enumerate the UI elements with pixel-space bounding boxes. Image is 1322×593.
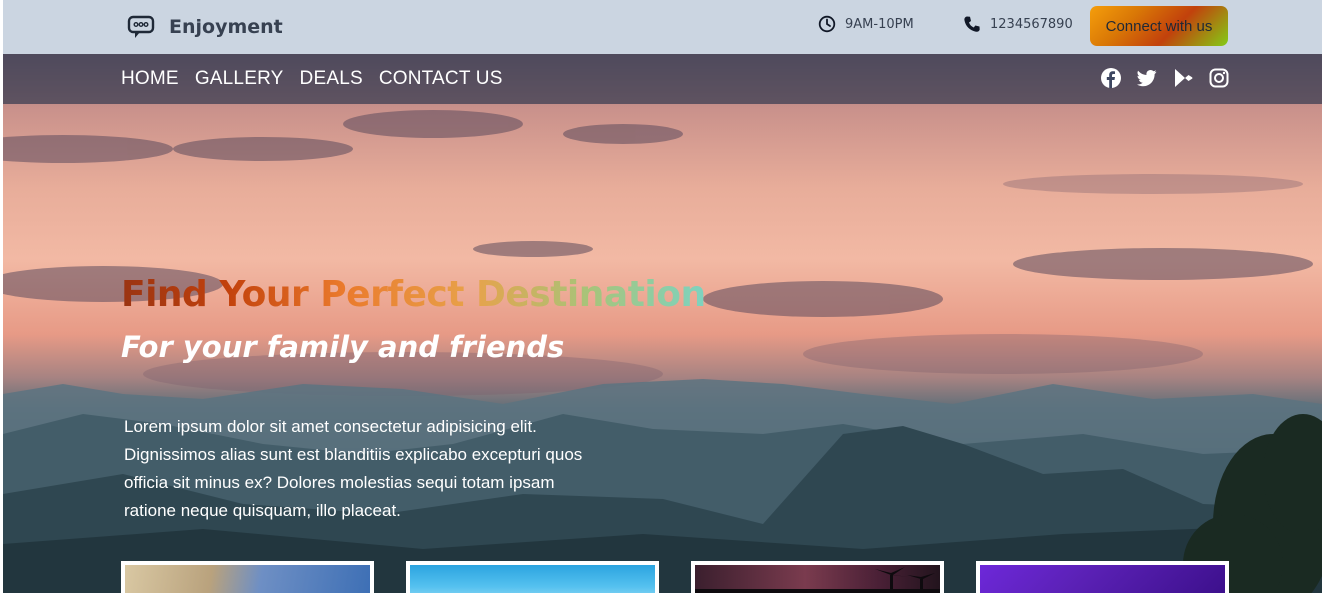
hero-headline: Find Your Perfect Destination <box>121 274 706 315</box>
twitter-icon[interactable] <box>1137 68 1157 88</box>
connect-button[interactable]: Connect with us <box>1090 6 1228 46</box>
main-navbar: HOME GALLERY DEALS CONTACT US <box>3 54 1322 104</box>
phone-number[interactable]: 1234567890 <box>963 15 1073 33</box>
facebook-icon[interactable] <box>1101 68 1121 88</box>
hours-text: 9AM-10PM <box>845 16 914 32</box>
instagram-icon[interactable] <box>1209 68 1229 88</box>
gallery-card-purple[interactable] <box>976 561 1229 593</box>
brand-name: Enjoyment <box>169 16 283 38</box>
phone-text: 1234567890 <box>990 16 1073 32</box>
nav-deals[interactable]: DEALS <box>300 68 363 90</box>
nav-links: HOME GALLERY DEALS CONTACT US <box>121 68 503 90</box>
phone-icon <box>964 16 980 32</box>
nav-home[interactable]: HOME <box>121 68 179 90</box>
gallery-card-sky[interactable] <box>406 561 659 593</box>
gallery-card-beach[interactable] <box>121 561 374 593</box>
social-links <box>1101 68 1229 88</box>
gallery-card-night-palms[interactable] <box>691 561 944 593</box>
opening-hours: 9AM-10PM <box>818 15 914 33</box>
google-play-icon[interactable] <box>1173 68 1193 88</box>
brand[interactable]: Enjoyment <box>127 14 283 40</box>
top-bar: Enjoyment 9AM-10PM 1234567890 Connect wi… <box>3 0 1322 54</box>
chat-bubble-icon <box>127 15 155 38</box>
clock-icon <box>818 15 836 33</box>
hero-subhead: For your family and friends <box>121 330 565 364</box>
hero-body-text: Lorem ipsum dolor sit amet consectetur a… <box>124 417 583 520</box>
nav-contact-us[interactable]: CONTACT US <box>379 68 503 90</box>
palm-trees-image <box>695 567 940 593</box>
hero-section: HOME GALLERY DEALS CONTACT US Find Your … <box>3 54 1322 593</box>
nav-gallery[interactable]: GALLERY <box>195 68 284 90</box>
